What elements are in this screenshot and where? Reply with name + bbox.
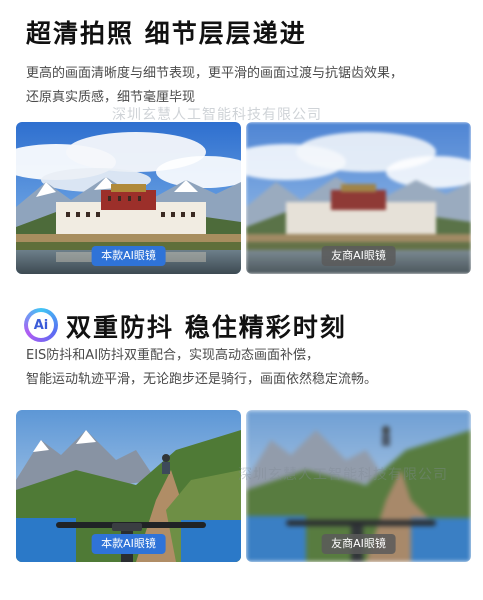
this-product-label-2: 本款AI眼镜 [91, 534, 166, 554]
competitor-label-2: 友商AI眼镜 [321, 534, 396, 554]
clarity-photo-this-product: 本款AI眼镜 [16, 122, 241, 274]
clarity-title: 超清拍照 细节层层递进 [26, 19, 307, 48]
stabilization-desc-line-1: EIS防抖和AI防抖双重配合，实现高动态画面补偿， [26, 348, 320, 363]
stabilization-section: Ai 双重防抖 稳住精彩时刻 EIS防抖和AI防抖双重配合，实现高动态画面补偿，… [0, 296, 483, 600]
stabilization-photo-competitor: 友商AI眼镜 [246, 410, 471, 562]
stabilization-title: 双重防抖 稳住精彩时刻 [66, 313, 347, 342]
clarity-desc-line-2: 还原真实质感，细节毫厘毕现 [26, 90, 196, 105]
stabilization-photo-this-product: 本款AI眼镜 [16, 410, 241, 562]
stabilization-description: EIS防抖和AI防抖双重配合，实现高动态画面补偿， 智能运动轨迹平滑，无论跑步还… [26, 344, 377, 392]
competitor-label: 友商AI眼镜 [321, 246, 396, 266]
ai-logo-icon: Ai [24, 308, 58, 342]
stabilization-desc-line-2: 智能运动轨迹平滑，无论跑步还是骑行，画面依然稳定流畅。 [26, 372, 378, 387]
clarity-desc-line-1: 更高的画面清晰度与细节表现，更平滑的画面过渡与抗锯齿效果， [26, 66, 404, 81]
ai-logo-text: Ai [28, 312, 54, 338]
this-product-label: 本款AI眼镜 [91, 246, 166, 266]
clarity-photo-competitor: 友商AI眼镜 [246, 122, 471, 274]
clarity-description: 更高的画面清晰度与细节表现，更平滑的画面过渡与抗锯齿效果， 还原真实质感，细节毫… [26, 62, 403, 110]
clarity-section: 超清拍照 细节层层递进 更高的画面清晰度与细节表现，更平滑的画面过渡与抗锯齿效果… [0, 0, 483, 290]
